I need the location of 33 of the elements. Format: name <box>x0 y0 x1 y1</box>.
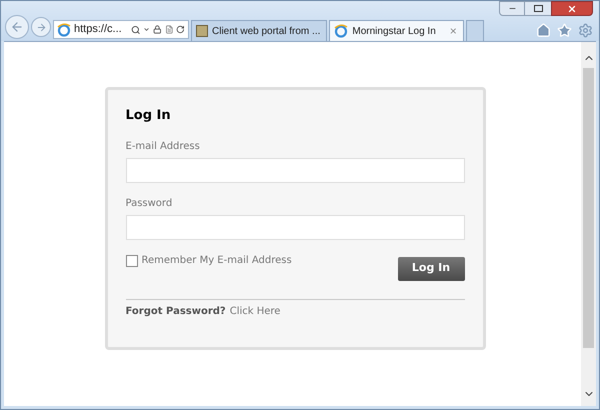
browser-tab[interactable]: Morningstar Log In × <box>329 20 464 41</box>
settings-icon[interactable] <box>578 23 593 38</box>
tab-title: Morningstar Log In <box>352 24 436 38</box>
field-label: E-mail Address <box>126 140 201 154</box>
email-field[interactable] <box>126 158 464 182</box>
forward-button[interactable] <box>31 17 51 37</box>
click-here-link[interactable]: Click Here <box>230 304 280 318</box>
maximize-button[interactable] <box>525 1 551 16</box>
address-text: https://c... <box>74 22 122 38</box>
close-icon <box>567 4 577 14</box>
form-title: Log In <box>126 107 172 125</box>
login-button[interactable]: Log In <box>398 256 464 280</box>
field-label: Password <box>126 196 174 210</box>
new-tab-button[interactable] <box>466 20 484 41</box>
page-icon[interactable] <box>164 24 174 35</box>
lock-icon <box>153 24 162 35</box>
page-icon <box>196 25 208 37</box>
refresh-icon[interactable] <box>176 24 186 35</box>
address-bar[interactable]: https://c... <box>53 20 189 39</box>
browser-logo-icon <box>57 22 71 36</box>
home-icon[interactable] <box>536 23 551 38</box>
password-field[interactable] <box>126 214 464 240</box>
browser-logo-icon <box>334 24 348 38</box>
star-icon[interactable] <box>557 23 572 38</box>
remember-label: Remember My E-mail Address <box>142 254 292 266</box>
forward-arrow-icon <box>36 22 46 32</box>
browser-tab[interactable]: Client web portal from ... <box>191 20 328 41</box>
close-button[interactable] <box>551 1 593 16</box>
search-icon[interactable] <box>130 24 140 36</box>
tab-title: Client web portal from ... <box>212 24 320 38</box>
back-button[interactable] <box>5 15 29 39</box>
forgot-password-text: Forgot Password? <box>126 304 226 318</box>
remember-checkbox[interactable] <box>126 254 138 266</box>
